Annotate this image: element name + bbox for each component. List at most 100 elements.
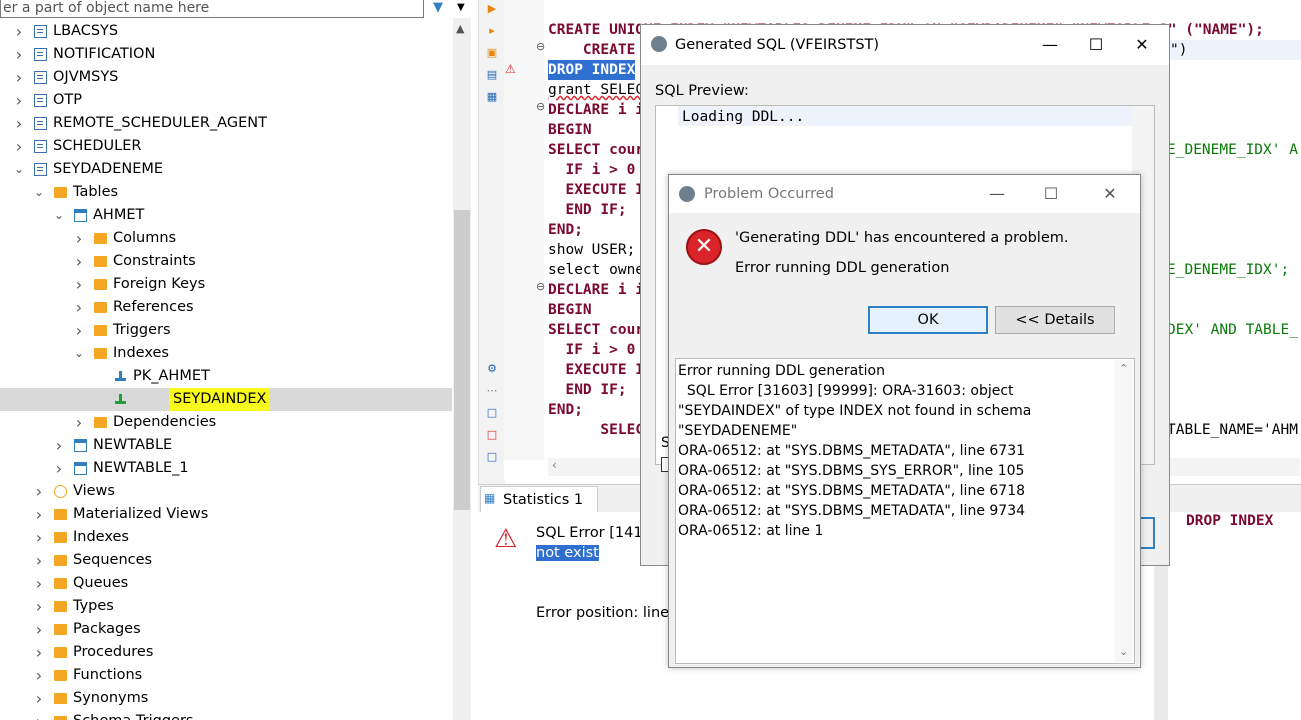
explain-plan-icon[interactable]: ▤ (485, 68, 499, 82)
collapsed-chevron-icon[interactable]: › (73, 296, 85, 319)
tree-item[interactable]: ⌄ Tables (0, 181, 452, 204)
tree-item[interactable]: › Triggers (0, 319, 452, 342)
folder-icon (94, 279, 107, 290)
fold-icon[interactable]: ⊖ (536, 40, 545, 53)
error-file-icon[interactable]: □ (485, 428, 499, 442)
error-details-text[interactable]: Error running DDL generation SQL Error [… (675, 358, 1135, 664)
tree-item[interactable]: SEYDAINDEX (0, 388, 452, 411)
collapsed-chevron-icon[interactable]: › (13, 135, 25, 158)
close-icon[interactable]: ✕ (1119, 25, 1165, 65)
maximize-icon[interactable]: ☐ (1073, 25, 1119, 65)
tree-item[interactable]: › Dependencies (0, 411, 452, 434)
tree-item[interactable]: › Synonyms (0, 687, 452, 710)
execute-statement-icon[interactable]: ▸ (485, 24, 499, 38)
collapsed-chevron-icon[interactable]: › (13, 89, 25, 112)
scroll-up-icon[interactable]: ▲ (456, 22, 468, 35)
collapsed-chevron-icon[interactable]: › (33, 641, 45, 664)
tree-item[interactable]: › Packages (0, 618, 452, 641)
minimize-icon[interactable]: — (974, 175, 1020, 213)
scroll-up-icon[interactable]: ⌃ (1119, 362, 1128, 375)
collapsed-chevron-icon[interactable]: › (73, 273, 85, 296)
execute-script-icon[interactable]: ▣ (485, 46, 499, 60)
tree-item[interactable]: › SCHEDULER (0, 135, 452, 158)
collapsed-chevron-icon[interactable]: › (13, 20, 25, 43)
collapsed-chevron-icon[interactable]: › (33, 664, 45, 687)
tree-item[interactable]: › Views (0, 480, 452, 503)
collapsed-chevron-icon[interactable]: › (73, 411, 85, 434)
tree-item[interactable]: › REMOTE_SCHEDULER_AGENT (0, 112, 452, 135)
tree-item[interactable]: › References (0, 296, 452, 319)
tree-item-label: Sequences (73, 552, 153, 568)
tree-item[interactable]: › Constraints (0, 250, 452, 273)
collapsed-chevron-icon[interactable]: › (33, 480, 45, 503)
execute-icon[interactable]: ▶ (485, 2, 499, 16)
collapsed-chevron-icon[interactable]: › (13, 43, 25, 66)
tree-item[interactable]: › Queues (0, 572, 452, 595)
output-icon[interactable]: ▦ (485, 90, 499, 104)
table-icon (74, 462, 87, 475)
maximize-icon[interactable]: ☐ (1028, 175, 1074, 213)
tree-item[interactable]: › Columns (0, 227, 452, 250)
details-scrollbar[interactable]: ⌃ ⌄ (1115, 360, 1133, 662)
export-icon[interactable]: □ (485, 406, 499, 420)
tree-item[interactable]: › Foreign Keys (0, 273, 452, 296)
tree-item[interactable]: › LBACSYS (0, 20, 452, 43)
collapsed-chevron-icon[interactable]: › (33, 503, 45, 526)
navigator-scrollbar-thumb[interactable] (454, 210, 470, 510)
collapsed-chevron-icon[interactable]: › (13, 66, 25, 89)
collapsed-chevron-icon[interactable]: › (33, 549, 45, 572)
expanded-chevron-icon[interactable]: ⌄ (13, 158, 25, 181)
collapsed-chevron-icon[interactable]: › (33, 687, 45, 710)
tree-item[interactable]: › Indexes (0, 526, 452, 549)
tree-item[interactable]: ⌄ SEYDADENEME (0, 158, 452, 181)
expanded-chevron-icon[interactable]: ⌄ (53, 204, 65, 227)
object-filter-input[interactable]: er a part of object name here (0, 0, 424, 18)
filter-icon[interactable]: ▼ (433, 0, 449, 16)
tree-item[interactable]: › Sequences (0, 549, 452, 572)
more-icon[interactable]: ⋯ (485, 384, 499, 398)
tree-item[interactable]: › Materialized Views (0, 503, 452, 526)
tree-item[interactable]: › NEWTABLE_1 (0, 457, 452, 480)
tree-item[interactable]: › NEWTABLE (0, 434, 452, 457)
tree-item[interactable]: ⌄ AHMET (0, 204, 452, 227)
collapsed-chevron-icon[interactable]: › (73, 227, 85, 250)
collapsed-chevron-icon[interactable]: › (33, 572, 45, 595)
tree-item[interactable]: › Schema Triggers (0, 710, 452, 720)
expanded-chevron-icon[interactable]: ⌄ (33, 181, 45, 204)
tree-item[interactable]: › NOTIFICATION (0, 43, 452, 66)
tab-statistics[interactable]: Statistics 1 ✕ (480, 486, 598, 534)
settings-gear-icon[interactable]: ⚙ (485, 362, 499, 376)
collapsed-chevron-icon[interactable]: › (33, 526, 45, 549)
dialog-button-edge[interactable] (1139, 517, 1155, 549)
tree-item[interactable]: ⌄ Indexes (0, 342, 452, 365)
collapsed-chevron-icon[interactable]: › (73, 250, 85, 273)
close-icon[interactable]: ✕ (1087, 175, 1133, 213)
collapsed-chevron-icon[interactable]: › (53, 434, 65, 457)
scroll-down-icon[interactable]: ⌄ (1119, 645, 1128, 658)
filter-dropdown-icon[interactable]: ▼ (457, 0, 469, 16)
tree-item[interactable]: › OJVMSYS (0, 66, 452, 89)
expanded-chevron-icon[interactable]: ⌄ (73, 342, 85, 365)
collapsed-chevron-icon[interactable]: › (53, 457, 65, 480)
grid-icon: ▦ (484, 491, 496, 505)
ok-button[interactable]: OK (868, 306, 988, 334)
schema-icon (34, 48, 47, 61)
minimize-icon[interactable]: — (1027, 25, 1073, 65)
tree-item-label: Triggers (113, 322, 171, 338)
log-icon[interactable]: □ (485, 450, 499, 464)
fold-icon[interactable]: ⊖ (536, 280, 545, 293)
tree-item[interactable]: › Types (0, 595, 452, 618)
collapsed-chevron-icon[interactable]: › (33, 618, 45, 641)
collapsed-chevron-icon[interactable]: › (33, 595, 45, 618)
tree-item[interactable]: › Procedures (0, 641, 452, 664)
tree-item[interactable]: › Functions (0, 664, 452, 687)
collapsed-chevron-icon[interactable]: › (13, 112, 25, 135)
fold-icon[interactable]: ⊖ (536, 100, 545, 113)
tree-item[interactable]: › OTP (0, 89, 452, 112)
collapsed-chevron-icon[interactable]: › (73, 319, 85, 342)
collapsed-chevron-icon[interactable]: › (33, 710, 45, 720)
dialog-title: Generated SQL (VFEIRSTST) (675, 37, 880, 53)
scroll-left-icon[interactable]: ‹ (552, 458, 557, 472)
tree-item[interactable]: PK_AHMET (0, 365, 452, 388)
details-button[interactable]: << Details (995, 306, 1115, 334)
